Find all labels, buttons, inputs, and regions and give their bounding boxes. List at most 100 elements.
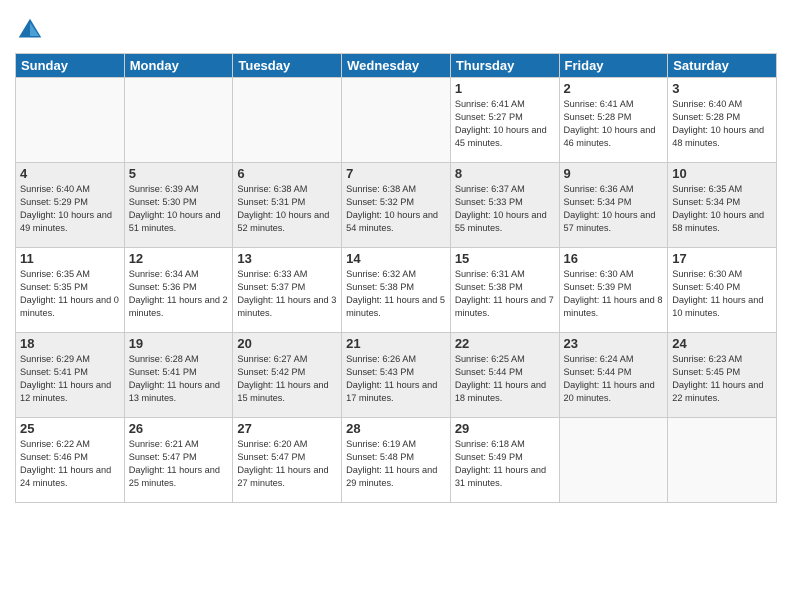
logo — [15, 15, 48, 45]
calendar-cell: 10 Sunrise: 6:35 AM Sunset: 5:34 PM Dayli… — [668, 163, 777, 248]
day-number: 1 — [455, 81, 555, 96]
day-info: Sunrise: 6:40 AM Sunset: 5:29 PM Dayligh… — [20, 183, 120, 235]
day-number: 9 — [564, 166, 664, 181]
calendar-cell: 19 Sunrise: 6:28 AM Sunset: 5:41 PM Dayli… — [124, 333, 233, 418]
day-info: Sunrise: 6:38 AM Sunset: 5:32 PM Dayligh… — [346, 183, 446, 235]
day-number: 7 — [346, 166, 446, 181]
calendar-cell: 2 Sunrise: 6:41 AM Sunset: 5:28 PM Daylig… — [559, 78, 668, 163]
calendar-cell: 12 Sunrise: 6:34 AM Sunset: 5:36 PM Dayli… — [124, 248, 233, 333]
day-info: Sunrise: 6:28 AM Sunset: 5:41 PM Dayligh… — [129, 353, 229, 405]
week-row-5: 25Sunrise: 6:22 AM Sunset: 5:46 PM Dayli… — [16, 418, 777, 503]
page: Sunday Monday Tuesday Wednesday Thursday… — [0, 0, 792, 612]
day-number: 24 — [672, 336, 772, 351]
calendar-header: Sunday Monday Tuesday Wednesday Thursday… — [16, 54, 777, 78]
day-number: 23 — [564, 336, 664, 351]
day-number: 20 — [237, 336, 337, 351]
calendar-cell: 26Sunrise: 6:21 AM Sunset: 5:47 PM Dayli… — [124, 418, 233, 503]
calendar-cell — [342, 78, 451, 163]
day-info: Sunrise: 6:23 AM Sunset: 5:45 PM Dayligh… — [672, 353, 772, 405]
calendar-cell: 1Sunrise: 6:41 AM Sunset: 5:27 PM Daylig… — [450, 78, 559, 163]
day-number: 26 — [129, 421, 229, 436]
calendar-cell: 8 Sunrise: 6:37 AM Sunset: 5:33 PM Daylig… — [450, 163, 559, 248]
day-number: 15 — [455, 251, 555, 266]
calendar-cell — [124, 78, 233, 163]
col-thursday: Thursday — [450, 54, 559, 78]
day-info: Sunrise: 6:27 AM Sunset: 5:42 PM Dayligh… — [237, 353, 337, 405]
day-info: Sunrise: 6:36 AM Sunset: 5:34 PM Dayligh… — [564, 183, 664, 235]
day-info: Sunrise: 6:40 AM Sunset: 5:28 PM Dayligh… — [672, 98, 772, 150]
calendar-cell: 14Sunrise: 6:32 AM Sunset: 5:38 PM Dayli… — [342, 248, 451, 333]
calendar-cell — [668, 418, 777, 503]
calendar-cell — [16, 78, 125, 163]
calendar-cell: 11 Sunrise: 6:35 AM Sunset: 5:35 PM Dayli… — [16, 248, 125, 333]
day-number: 6 — [237, 166, 337, 181]
day-info: Sunrise: 6:31 AM Sunset: 5:38 PM Dayligh… — [455, 268, 555, 320]
day-info: Sunrise: 6:37 AM Sunset: 5:33 PM Dayligh… — [455, 183, 555, 235]
calendar-cell: 5 Sunrise: 6:39 AM Sunset: 5:30 PM Daylig… — [124, 163, 233, 248]
day-info: Sunrise: 6:26 AM Sunset: 5:43 PM Dayligh… — [346, 353, 446, 405]
day-info: Sunrise: 6:32 AM Sunset: 5:38 PM Dayligh… — [346, 268, 446, 320]
calendar-cell: 23 Sunrise: 6:24 AM Sunset: 5:44 PM Dayli… — [559, 333, 668, 418]
calendar-cell: 16Sunrise: 6:30 AM Sunset: 5:39 PM Dayli… — [559, 248, 668, 333]
day-number: 3 — [672, 81, 772, 96]
day-number: 21 — [346, 336, 446, 351]
calendar-cell: 3 Sunrise: 6:40 AM Sunset: 5:28 PM Daylig… — [668, 78, 777, 163]
calendar-cell — [559, 418, 668, 503]
calendar-cell: 29 Sunrise: 6:18 AM Sunset: 5:49 PM Dayli… — [450, 418, 559, 503]
calendar-cell: 21 Sunrise: 6:26 AM Sunset: 5:43 PM Dayli… — [342, 333, 451, 418]
day-number: 10 — [672, 166, 772, 181]
calendar-cell — [233, 78, 342, 163]
day-number: 5 — [129, 166, 229, 181]
calendar-cell: 13Sunrise: 6:33 AM Sunset: 5:37 PM Dayli… — [233, 248, 342, 333]
col-wednesday: Wednesday — [342, 54, 451, 78]
day-number: 11 — [20, 251, 120, 266]
day-info: Sunrise: 6:38 AM Sunset: 5:31 PM Dayligh… — [237, 183, 337, 235]
day-number: 19 — [129, 336, 229, 351]
col-saturday: Saturday — [668, 54, 777, 78]
day-number: 13 — [237, 251, 337, 266]
calendar-body: 1Sunrise: 6:41 AM Sunset: 5:27 PM Daylig… — [16, 78, 777, 503]
week-row-1: 1Sunrise: 6:41 AM Sunset: 5:27 PM Daylig… — [16, 78, 777, 163]
day-info: Sunrise: 6:39 AM Sunset: 5:30 PM Dayligh… — [129, 183, 229, 235]
calendar-cell: 22 Sunrise: 6:25 AM Sunset: 5:44 PM Dayli… — [450, 333, 559, 418]
day-number: 29 — [455, 421, 555, 436]
day-info: Sunrise: 6:25 AM Sunset: 5:44 PM Dayligh… — [455, 353, 555, 405]
day-info: Sunrise: 6:19 AM Sunset: 5:48 PM Dayligh… — [346, 438, 446, 490]
calendar: Sunday Monday Tuesday Wednesday Thursday… — [15, 53, 777, 503]
day-number: 12 — [129, 251, 229, 266]
day-number: 17 — [672, 251, 772, 266]
col-monday: Monday — [124, 54, 233, 78]
day-number: 22 — [455, 336, 555, 351]
day-number: 27 — [237, 421, 337, 436]
calendar-cell: 4 Sunrise: 6:40 AM Sunset: 5:29 PM Daylig… — [16, 163, 125, 248]
day-info: Sunrise: 6:35 AM Sunset: 5:35 PM Dayligh… — [20, 268, 120, 320]
day-info: Sunrise: 6:29 AM Sunset: 5:41 PM Dayligh… — [20, 353, 120, 405]
header — [15, 10, 777, 45]
week-row-2: 4 Sunrise: 6:40 AM Sunset: 5:29 PM Daylig… — [16, 163, 777, 248]
calendar-cell: 9 Sunrise: 6:36 AM Sunset: 5:34 PM Daylig… — [559, 163, 668, 248]
day-info: Sunrise: 6:35 AM Sunset: 5:34 PM Dayligh… — [672, 183, 772, 235]
logo-icon — [15, 15, 45, 45]
day-info: Sunrise: 6:30 AM Sunset: 5:39 PM Dayligh… — [564, 268, 664, 320]
day-number: 25 — [20, 421, 120, 436]
day-info: Sunrise: 6:20 AM Sunset: 5:47 PM Dayligh… — [237, 438, 337, 490]
week-row-4: 18 Sunrise: 6:29 AM Sunset: 5:41 PM Dayli… — [16, 333, 777, 418]
day-number: 8 — [455, 166, 555, 181]
calendar-cell: 25Sunrise: 6:22 AM Sunset: 5:46 PM Dayli… — [16, 418, 125, 503]
day-info: Sunrise: 6:24 AM Sunset: 5:44 PM Dayligh… — [564, 353, 664, 405]
day-info: Sunrise: 6:18 AM Sunset: 5:49 PM Dayligh… — [455, 438, 555, 490]
day-number: 18 — [20, 336, 120, 351]
calendar-cell: 27 Sunrise: 6:20 AM Sunset: 5:47 PM Dayli… — [233, 418, 342, 503]
calendar-cell: 15 Sunrise: 6:31 AM Sunset: 5:38 PM Dayli… — [450, 248, 559, 333]
week-row-3: 11 Sunrise: 6:35 AM Sunset: 5:35 PM Dayli… — [16, 248, 777, 333]
day-info: Sunrise: 6:41 AM Sunset: 5:28 PM Dayligh… — [564, 98, 664, 150]
day-number: 28 — [346, 421, 446, 436]
calendar-cell: 6 Sunrise: 6:38 AM Sunset: 5:31 PM Daylig… — [233, 163, 342, 248]
calendar-cell: 28 Sunrise: 6:19 AM Sunset: 5:48 PM Dayli… — [342, 418, 451, 503]
day-info: Sunrise: 6:34 AM Sunset: 5:36 PM Dayligh… — [129, 268, 229, 320]
calendar-cell: 24 Sunrise: 6:23 AM Sunset: 5:45 PM Dayli… — [668, 333, 777, 418]
day-number: 4 — [20, 166, 120, 181]
header-row: Sunday Monday Tuesday Wednesday Thursday… — [16, 54, 777, 78]
day-number: 2 — [564, 81, 664, 96]
calendar-cell: 18 Sunrise: 6:29 AM Sunset: 5:41 PM Dayli… — [16, 333, 125, 418]
